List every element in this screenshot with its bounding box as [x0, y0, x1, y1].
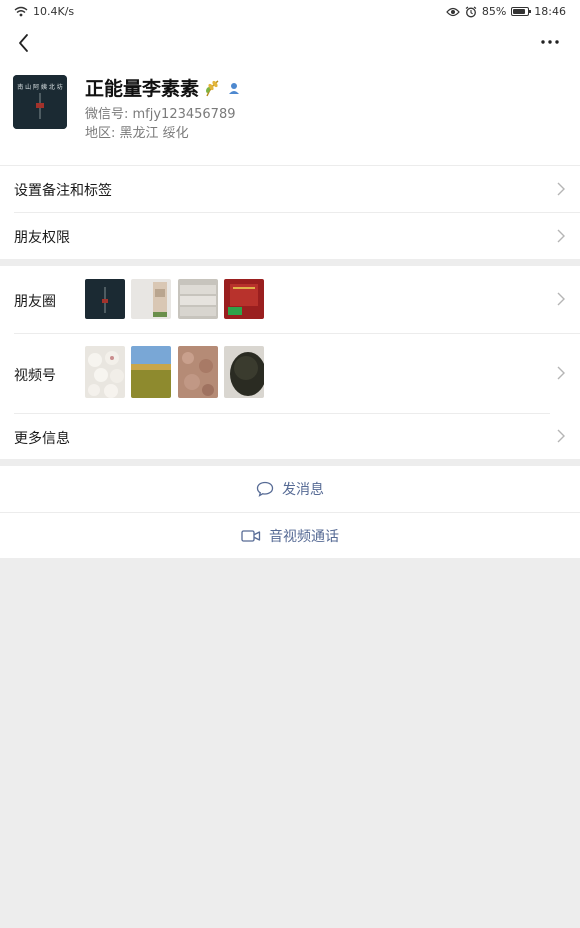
- video-call-button[interactable]: 音视频通话: [0, 512, 580, 558]
- moments-label: 朋友圈: [14, 294, 56, 310]
- wechat-id: 微信号: mfjy123456789: [85, 107, 236, 122]
- video-call-label: 音视频通话: [269, 529, 339, 545]
- alarm-icon: [465, 6, 477, 17]
- profile-card: 南 山 阿 姨 北 坊 正能量李素素 微信号: mfjy123456789 地区…: [0, 62, 580, 165]
- moments-row[interactable]: 朋友圈: [0, 266, 580, 333]
- video-camera-icon: [241, 530, 261, 542]
- friend-permissions-row[interactable]: 朋友权限: [0, 212, 580, 259]
- more-options-icon[interactable]: [538, 30, 562, 54]
- region: 地区: 黑龙江 绥化: [85, 126, 189, 141]
- send-message-label: 发消息: [282, 482, 324, 498]
- contact-name-text: 正能量李素素: [85, 78, 200, 100]
- chevron-right-icon: [557, 292, 565, 306]
- eye-icon: [446, 7, 460, 16]
- more-info-row[interactable]: 更多信息: [0, 413, 580, 459]
- channels-thumbnail: [131, 346, 171, 398]
- status-bar: 10.4K/s 85% 18:46: [0, 0, 580, 24]
- svg-text:南 山 阿 姨 北 坊: 南 山 阿 姨 北 坊: [17, 83, 63, 91]
- chat-bubble-icon: [256, 481, 274, 497]
- chevron-right-icon: [557, 366, 565, 380]
- channels-thumbnail: [224, 346, 264, 398]
- battery-percent: 85%: [481, 5, 507, 18]
- send-message-button[interactable]: 发消息: [0, 466, 580, 512]
- remark-tags-label: 设置备注和标签: [14, 183, 112, 199]
- channels-row[interactable]: 视频号: [0, 333, 580, 413]
- channels-thumbnail: [85, 346, 125, 398]
- wheat-emoji-icon: [206, 79, 219, 96]
- avatar[interactable]: 南 山 阿 姨 北 坊: [13, 75, 67, 129]
- friend-permissions-label: 朋友权限: [14, 230, 70, 246]
- chevron-right-icon: [557, 429, 565, 443]
- channels-label: 视频号: [14, 368, 56, 384]
- contact-name: 正能量李素素: [85, 74, 241, 101]
- chevron-right-icon: [557, 182, 565, 196]
- moments-thumbnail: [178, 279, 218, 319]
- nav-bar: [0, 24, 580, 62]
- chevron-right-icon: [557, 229, 565, 243]
- channels-thumbnail: [178, 346, 218, 398]
- more-info-label: 更多信息: [14, 431, 70, 447]
- network-speed: 10.4K/s: [33, 5, 75, 18]
- wifi-icon: [14, 6, 28, 17]
- gender-icon: [229, 82, 240, 94]
- back-icon[interactable]: [14, 32, 36, 54]
- moments-thumbnail: [224, 279, 264, 319]
- remark-tags-row[interactable]: 设置备注和标签: [0, 165, 580, 212]
- clock: 18:46: [534, 5, 566, 18]
- moments-thumbnail: [85, 279, 125, 319]
- moments-thumbnail: [131, 279, 171, 319]
- battery-icon: [511, 7, 532, 16]
